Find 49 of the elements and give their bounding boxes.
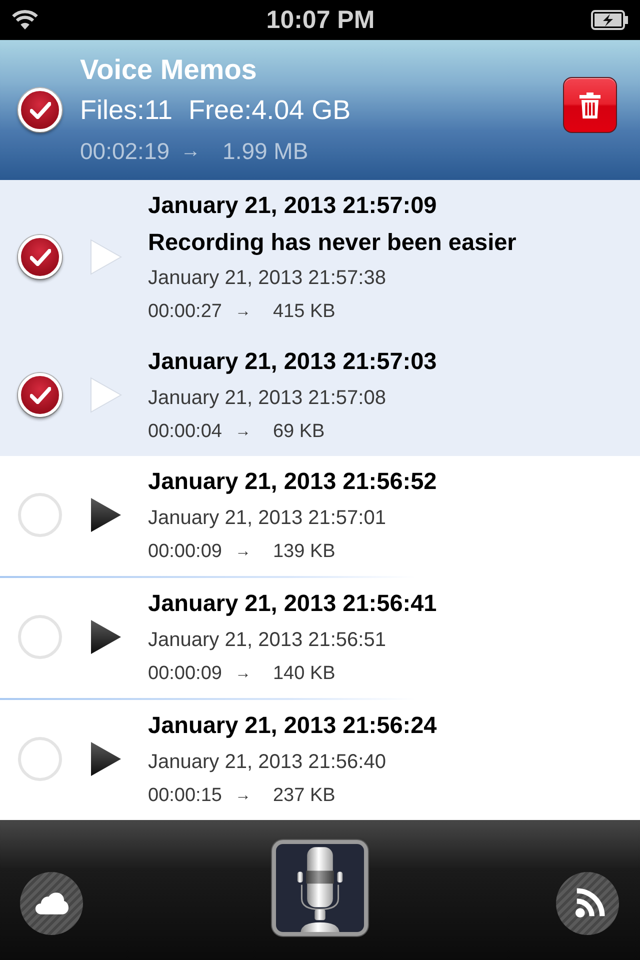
- play-icon[interactable]: [90, 497, 122, 533]
- arrow-text: →: [234, 302, 251, 322]
- recording-note: Recording has never been easier: [148, 228, 516, 257]
- app-title: Voice Memos: [80, 53, 258, 87]
- recorded-date: January 21, 2013 21:57:01: [148, 506, 387, 531]
- checkbox[interactable]: [18, 737, 62, 781]
- arrow-text: →: [234, 786, 251, 806]
- file-size: 237 KB: [272, 784, 336, 808]
- recording-title: January 21, 2013 21:56:41: [148, 589, 437, 618]
- free-space: Free:4.04 GB: [188, 94, 351, 127]
- cloud-icon: [34, 892, 68, 915]
- delete-button[interactable]: [563, 77, 617, 133]
- total-duration: 00:02:19: [80, 137, 170, 166]
- checkmark-icon: [30, 248, 50, 266]
- arrow-text: →: [234, 542, 251, 562]
- play-icon[interactable]: [90, 741, 122, 777]
- file-size: 140 KB: [272, 662, 336, 686]
- duration-text: 00:00:09: [148, 662, 222, 686]
- duration-text: 00:00:27: [148, 300, 222, 324]
- file-size: 69 KB: [272, 420, 325, 444]
- recorded-date: January 21, 2013 21:57:08: [148, 386, 387, 411]
- arrow-text: →: [234, 422, 251, 442]
- duration-text: 00:00:04: [148, 420, 222, 444]
- battery-charging-icon: [591, 10, 629, 30]
- recording-title: January 21, 2013 21:57:09: [148, 191, 438, 220]
- recorded-date: January 21, 2013 21:56:51: [148, 628, 387, 653]
- checkmark-icon: [30, 386, 50, 404]
- checkbox[interactable]: [18, 493, 62, 537]
- recording-title: January 21, 2013 21:57:03: [148, 347, 437, 376]
- arrow-text: →: [234, 664, 251, 684]
- arrow-text: →: [180, 139, 201, 164]
- record-button[interactable]: [272, 840, 368, 936]
- total-size: 1.99 MB: [222, 137, 308, 166]
- play-icon[interactable]: [90, 619, 122, 655]
- checkbox[interactable]: [18, 615, 62, 659]
- recording-title: January 21, 2013 21:56:24: [148, 711, 437, 740]
- recorded-date: January 21, 2013 21:57:38: [148, 266, 387, 291]
- recording-title: January 21, 2013 21:56:52: [148, 467, 437, 496]
- clock-time: 10:07 PM: [266, 5, 375, 35]
- file-size: 415 KB: [272, 300, 336, 324]
- duration-text: 00:00:15: [148, 784, 222, 808]
- file-size: 139 KB: [272, 540, 336, 564]
- recorded-date: January 21, 2013 21:56:40: [148, 750, 387, 775]
- wifi-icon: [12, 10, 38, 30]
- duration-text: 00:00:09: [148, 540, 222, 564]
- rss-icon: [574, 888, 604, 918]
- file-count: Files:11: [80, 94, 173, 127]
- trash-icon: [578, 92, 602, 118]
- checkmark-icon: [30, 102, 50, 118]
